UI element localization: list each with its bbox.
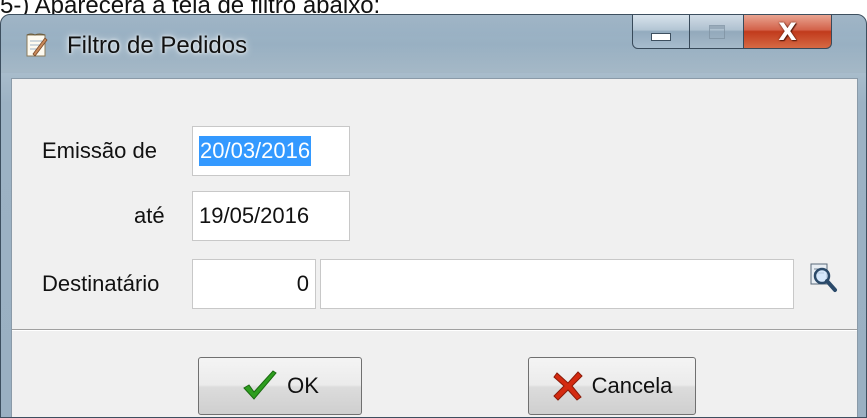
ate-label: até bbox=[134, 203, 165, 228]
maximize-button[interactable] bbox=[690, 15, 744, 49]
dialog-client-area: Emissão de 20/03/2016 até 19/05/2016 Des… bbox=[11, 78, 858, 417]
destinatario-label: Destinatário bbox=[42, 271, 160, 296]
destinatario-name-field[interactable] bbox=[320, 259, 794, 309]
close-button[interactable]: X bbox=[744, 15, 832, 49]
window-title: Filtro de Pedidos bbox=[67, 32, 248, 59]
magnifier-icon[interactable] bbox=[808, 261, 838, 293]
destinatario-code-value: 0 bbox=[296, 271, 309, 296]
cancel-button[interactable]: Cancela bbox=[528, 357, 696, 415]
minimize-button[interactable] bbox=[632, 15, 690, 49]
destinatario-code-field[interactable]: 0 bbox=[192, 259, 316, 309]
dialog-window: Filtro de Pedidos X Emissão de 20/03/201… bbox=[0, 14, 867, 418]
close-icon: X bbox=[778, 17, 797, 46]
title-bar[interactable]: Filtro de Pedidos X bbox=[1, 15, 866, 73]
maximize-icon bbox=[708, 24, 725, 39]
notepad-icon bbox=[25, 32, 49, 58]
caption-buttons: X bbox=[632, 15, 832, 51]
ok-button[interactable]: OK bbox=[198, 357, 362, 415]
button-panel: OK Cancela bbox=[12, 330, 857, 417]
ate-date-field[interactable]: 19/05/2016 bbox=[192, 191, 350, 241]
emissao-date-field[interactable]: 20/03/2016 bbox=[192, 126, 350, 176]
filter-form-panel: Emissão de 20/03/2016 até 19/05/2016 Des… bbox=[12, 79, 857, 330]
emissao-date-value: 20/03/2016 bbox=[199, 136, 312, 166]
ate-date-value: 19/05/2016 bbox=[199, 203, 310, 228]
checkmark-icon bbox=[241, 369, 279, 403]
x-mark-icon bbox=[552, 369, 584, 403]
minimize-icon bbox=[651, 32, 671, 41]
ok-label: OK bbox=[287, 373, 319, 398]
cancel-label: Cancela bbox=[591, 373, 673, 398]
emissao-label: Emissão de bbox=[42, 138, 157, 163]
